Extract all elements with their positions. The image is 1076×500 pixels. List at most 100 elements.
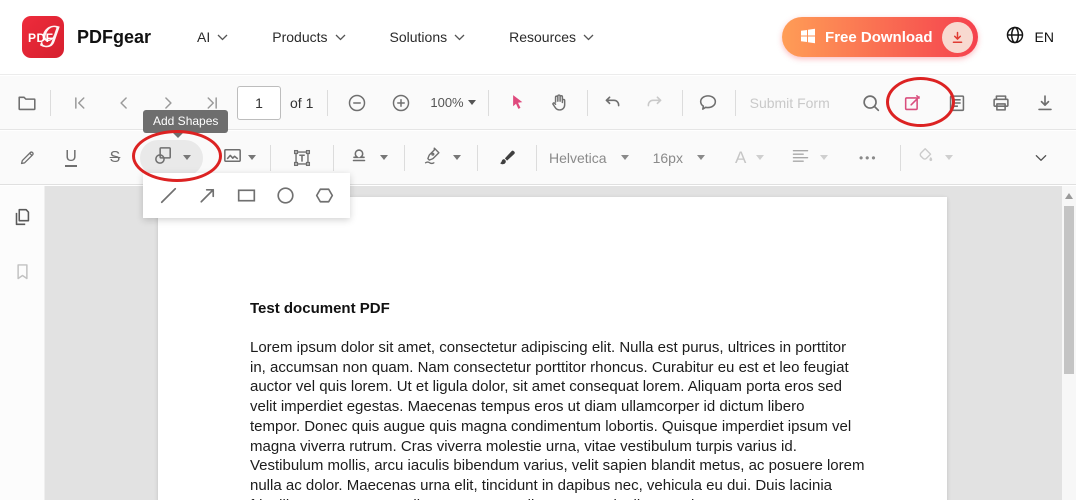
- sidebar-panel-button[interactable]: [942, 88, 972, 118]
- hand-tool-button[interactable]: [545, 88, 575, 118]
- document-text-line: Vestibulum mollis, arcu iaculis bibendum…: [250, 456, 857, 476]
- chevron-down-icon: [583, 34, 594, 41]
- stamp-button[interactable]: [348, 144, 388, 171]
- underline-glyph: U: [65, 148, 77, 167]
- shape-arrow-button[interactable]: [192, 180, 224, 212]
- zoom-in-button[interactable]: [386, 88, 416, 118]
- page-number-input[interactable]: [237, 86, 281, 120]
- nav-item-ai[interactable]: AI: [197, 29, 228, 45]
- pencil-tool-button[interactable]: [12, 143, 42, 173]
- divider: [477, 145, 478, 171]
- divider: [50, 90, 51, 116]
- nav-label: Solutions: [390, 29, 448, 45]
- document-text-line: magna viverra rutrum. Cras viverra moles…: [250, 437, 857, 457]
- strikethrough-button[interactable]: S: [100, 143, 130, 173]
- vertical-scrollbar[interactable]: [1062, 186, 1076, 500]
- nav-label: AI: [197, 29, 210, 45]
- pdfgear-logo[interactable]: PDF g: [22, 16, 64, 58]
- divider: [327, 90, 328, 116]
- align-icon: [790, 145, 811, 171]
- undo-button[interactable]: [598, 88, 628, 118]
- font-family-dropdown[interactable]: Helvetica: [549, 150, 629, 166]
- document-text-line: Lorem ipsum dolor sit amet, consectetur …: [250, 338, 857, 358]
- scrollbar-thumb[interactable]: [1064, 206, 1074, 374]
- nav-item-resources[interactable]: Resources: [509, 29, 594, 45]
- caret-down-icon: [453, 155, 461, 160]
- brush-format-button[interactable]: [492, 143, 522, 173]
- more-dots: •••: [859, 151, 878, 165]
- redo-button[interactable]: [640, 88, 670, 118]
- align-dropdown[interactable]: [790, 145, 828, 171]
- stamp-icon: [348, 144, 370, 171]
- divider: [270, 145, 271, 171]
- signature-button[interactable]: [421, 144, 461, 171]
- caret-down-icon: [756, 155, 764, 160]
- divider: [488, 90, 489, 116]
- free-download-button[interactable]: Free Download: [782, 17, 978, 57]
- caret-down-icon: [945, 155, 953, 160]
- image-icon: [221, 144, 244, 172]
- font-color-glyph: A: [735, 148, 746, 168]
- caret-down-icon: [820, 155, 828, 160]
- nav-item-products[interactable]: Products: [272, 29, 345, 45]
- document-text-line: tempor. Donec quis augue quis magna cond…: [250, 417, 857, 437]
- chevron-down-icon: [217, 34, 228, 41]
- open-file-button[interactable]: [12, 88, 42, 118]
- document-text-line: in, accumsan non quam. Nam consectetur p…: [250, 358, 857, 378]
- prev-page-button[interactable]: [109, 88, 139, 118]
- add-image-button[interactable]: [221, 144, 256, 172]
- caret-down-icon: [697, 155, 705, 160]
- free-download-label: Free Download: [825, 29, 933, 46]
- shape-line-button[interactable]: [153, 180, 185, 212]
- nav-item-solutions[interactable]: Solutions: [390, 29, 466, 45]
- document-viewport[interactable]: Test document PDF Lorem ipsum dolor sit …: [45, 186, 1062, 500]
- divider: [735, 90, 736, 116]
- shape-rectangle-button[interactable]: [231, 180, 263, 212]
- comment-button[interactable]: [693, 88, 723, 118]
- submit-form-button: Submit Form: [750, 95, 830, 111]
- caret-down-icon: [468, 100, 476, 105]
- document-text-line: velit imperdiet egestas. Maecenas tempus…: [250, 397, 857, 417]
- edit-form-button[interactable]: [898, 88, 928, 118]
- select-cursor-button[interactable]: [503, 88, 533, 118]
- underline-button[interactable]: U: [56, 143, 86, 173]
- scrollbar-up-arrow[interactable]: [1065, 193, 1073, 199]
- caret-down-icon: [183, 155, 191, 160]
- search-button[interactable]: [856, 88, 886, 118]
- print-button[interactable]: [986, 88, 1016, 118]
- bookmark-button[interactable]: [7, 256, 37, 286]
- add-shapes-tooltip: Add Shapes: [143, 110, 228, 133]
- collapse-toolbar-button[interactable]: [1026, 143, 1056, 173]
- language-selector[interactable]: EN: [1004, 24, 1054, 51]
- add-shapes-button[interactable]: [140, 140, 203, 176]
- document-heading: Test document PDF: [250, 300, 857, 317]
- left-sidebar: [0, 186, 45, 500]
- strikethrough-glyph: S: [110, 149, 121, 167]
- shape-circle-button[interactable]: [270, 180, 302, 212]
- brand-title[interactable]: PDFgear: [77, 27, 151, 48]
- nav-label: Products: [272, 29, 327, 45]
- main-area: Test document PDF Lorem ipsum dolor sit …: [0, 186, 1076, 500]
- add-textbox-button[interactable]: [287, 143, 317, 173]
- nav-label: Resources: [509, 29, 576, 45]
- font-family-value: Helvetica: [549, 150, 607, 166]
- page-thumbnails-button[interactable]: [7, 202, 37, 232]
- logo-g-glyph: g: [38, 13, 62, 50]
- document-text-line: fringilla massa. Cum sociis natoque pena…: [250, 496, 857, 500]
- download-button[interactable]: [1030, 88, 1060, 118]
- fill-color-dropdown[interactable]: [915, 145, 953, 171]
- font-size-dropdown[interactable]: 16px: [653, 150, 705, 166]
- font-color-dropdown[interactable]: A: [735, 148, 764, 168]
- font-size-value: 16px: [653, 150, 683, 166]
- zoom-level-dropdown[interactable]: 100%: [430, 95, 475, 110]
- signature-pen-icon: [421, 144, 443, 171]
- divider: [536, 145, 537, 171]
- more-options-button[interactable]: •••: [850, 143, 886, 173]
- first-page-button[interactable]: [65, 88, 95, 118]
- shape-polygon-button[interactable]: [309, 180, 341, 212]
- shapes-icon: [152, 144, 175, 172]
- caret-down-icon: [380, 155, 388, 160]
- zoom-out-button[interactable]: [342, 88, 372, 118]
- chevron-down-icon: [335, 34, 346, 41]
- document-text-line: auctor vel quis lorem. Ut et ligula dolo…: [250, 377, 857, 397]
